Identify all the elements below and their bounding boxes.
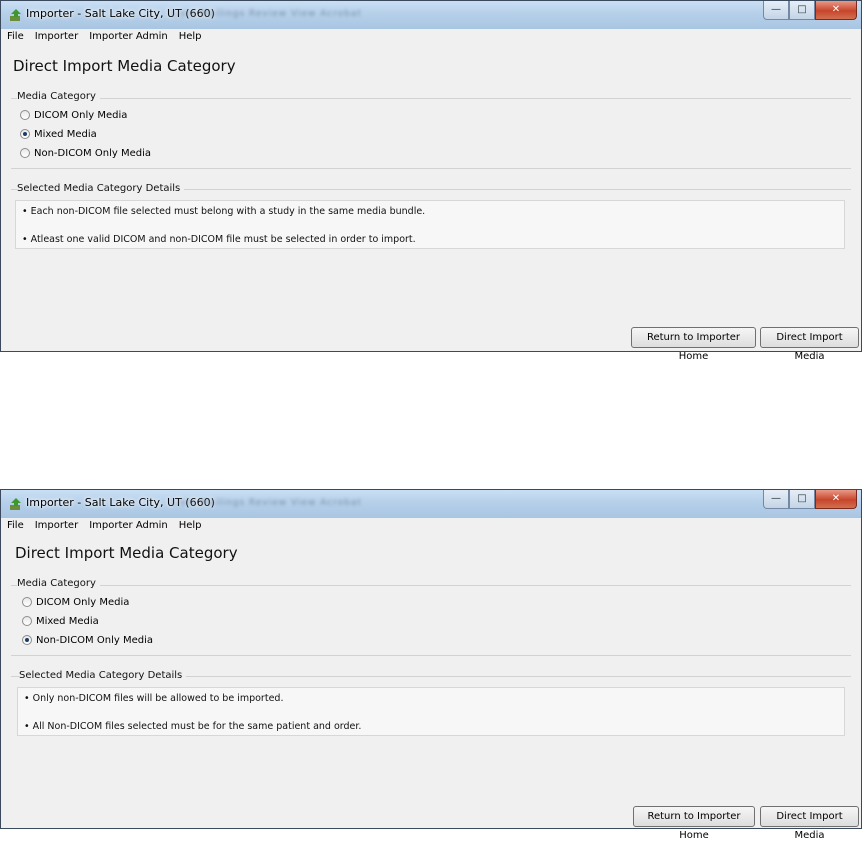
menu-importer[interactable]: Importer — [29, 29, 83, 42]
menu-help[interactable]: Help — [173, 518, 207, 531]
maximize-icon: □ — [797, 4, 807, 15]
importer-app-icon — [10, 498, 21, 510]
minimize-button[interactable]: — — [763, 490, 789, 509]
menu-importer[interactable]: Importer — [29, 518, 83, 531]
detail-line-1: • Each non-DICOM file selected must belo… — [22, 206, 426, 217]
page-title: Direct Import Media Category — [15, 544, 238, 562]
maximize-button[interactable]: □ — [789, 490, 815, 509]
radio-dicom-only-label: DICOM Only Media — [34, 110, 128, 121]
page-title: Direct Import Media Category — [13, 57, 236, 75]
radio-dicom-only[interactable]: DICOM Only Media — [22, 597, 129, 611]
importer-window-mixed: Importer - Salt Lake City, UT (660) List… — [0, 0, 862, 362]
radio-dicom-only-label: DICOM Only Media — [36, 597, 130, 608]
blurred-background-tabs: Lists Mailings Review View Acrobat — [171, 9, 362, 19]
section-divider — [11, 655, 851, 656]
media-category-divider — [11, 585, 851, 586]
radio-dicom-only[interactable]: DICOM Only Media — [20, 110, 127, 124]
radio-mixed-media[interactable]: Mixed Media — [22, 616, 99, 630]
menu-importer-admin[interactable]: Importer Admin — [83, 518, 173, 531]
radio-unchecked-icon — [22, 616, 32, 626]
radio-unchecked-icon — [20, 110, 30, 120]
menu-importer-admin[interactable]: Importer Admin — [83, 29, 173, 42]
return-to-importer-home-button[interactable]: Return to Importer Home — [631, 327, 756, 362]
details-label: Selected Media Category Details — [17, 183, 185, 194]
details-panel: • Each non-DICOM file selected must belo… — [15, 200, 845, 249]
menu-help[interactable]: Help — [173, 29, 207, 42]
section-divider — [11, 168, 851, 169]
maximize-button[interactable]: □ — [789, 1, 815, 20]
minimize-icon: — — [771, 493, 781, 504]
details-panel: • Only non-DICOM files will be allowed t… — [17, 687, 845, 736]
radio-checked-icon — [22, 635, 32, 645]
title-bar[interactable]: Importer - Salt Lake City, UT (660) List… — [1, 1, 861, 30]
maximize-icon: □ — [797, 493, 807, 504]
radio-non-dicom-only[interactable]: Non-DICOM Only Media — [20, 148, 151, 162]
detail-line-2: • All Non-DICOM files selected must be f… — [24, 721, 362, 732]
radio-non-dicom-only[interactable]: Non-DICOM Only Media — [22, 635, 153, 649]
importer-window-non-dicom: Importer - Salt Lake City, UT (660) List… — [0, 489, 862, 841]
media-category-label: Media Category — [17, 91, 100, 102]
close-button[interactable]: ✕ — [815, 1, 857, 20]
minimize-icon: — — [771, 4, 781, 15]
title-bar[interactable]: Importer - Salt Lake City, UT (660) List… — [1, 490, 861, 519]
detail-line-1: • Only non-DICOM files will be allowed t… — [24, 693, 284, 704]
radio-unchecked-icon — [22, 597, 32, 607]
media-category-label: Media Category — [17, 578, 100, 589]
close-icon: ✕ — [831, 4, 841, 15]
importer-app-icon — [10, 9, 21, 21]
radio-non-dicom-only-label: Non-DICOM Only Media — [36, 635, 153, 646]
details-label: Selected Media Category Details — [19, 670, 187, 681]
radio-mixed-media-label: Mixed Media — [34, 129, 97, 140]
return-to-importer-home-button[interactable]: Return to Importer Home — [633, 806, 755, 841]
radio-non-dicom-only-label: Non-DICOM Only Media — [34, 148, 151, 159]
minimize-button[interactable]: — — [763, 1, 789, 20]
detail-line-2: • Atleast one valid DICOM and non-DICOM … — [22, 234, 416, 245]
menu-file[interactable]: File — [1, 29, 29, 42]
direct-import-media-button[interactable]: Direct Import Media — [760, 327, 859, 362]
menu-bar: File Importer Importer Admin Help — [1, 518, 861, 535]
menu-bar: File Importer Importer Admin Help — [1, 29, 861, 46]
direct-import-media-button[interactable]: Direct Import Media — [760, 806, 859, 841]
radio-unchecked-icon — [20, 148, 30, 158]
close-button[interactable]: ✕ — [815, 490, 857, 509]
radio-checked-icon — [20, 129, 30, 139]
close-icon: ✕ — [831, 493, 841, 504]
radio-mixed-media[interactable]: Mixed Media — [20, 129, 97, 143]
media-category-divider — [11, 98, 851, 99]
blurred-background-tabs: Lists Mailings Review View Acrobat — [171, 498, 362, 508]
menu-file[interactable]: File — [1, 518, 29, 531]
radio-mixed-media-label: Mixed Media — [36, 616, 99, 627]
